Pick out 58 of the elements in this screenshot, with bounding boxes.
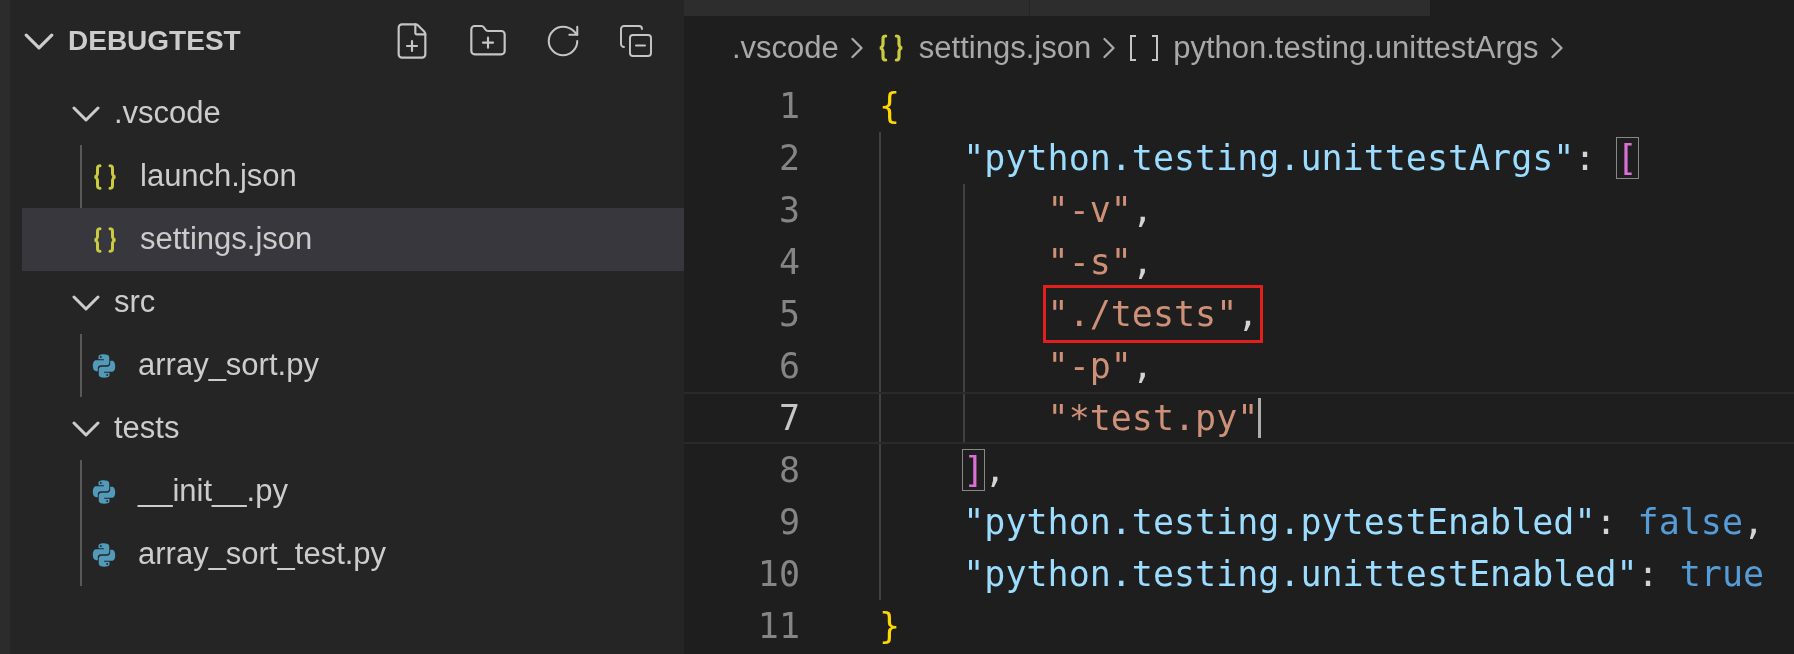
json-key: "python.testing.pytestEnabled" bbox=[963, 501, 1596, 542]
explorer-title: DEBUGTEST bbox=[68, 24, 241, 58]
chevron-icon bbox=[72, 105, 100, 122]
python-icon bbox=[90, 351, 118, 380]
punctuation: , bbox=[1131, 345, 1153, 386]
string-value: "-s" bbox=[1047, 241, 1132, 282]
boolean-value: true bbox=[1679, 553, 1765, 594]
chevron-icon bbox=[72, 294, 100, 311]
folder-item[interactable]: src bbox=[10, 271, 684, 334]
string-value: "./tests" bbox=[1047, 293, 1238, 334]
json-key: "python.testing.unittestEnabled" bbox=[963, 553, 1638, 594]
punctuation: , bbox=[1131, 241, 1153, 282]
file-item[interactable]: launch.json bbox=[22, 145, 684, 208]
python-icon bbox=[90, 540, 118, 569]
bracket: ] bbox=[963, 449, 985, 490]
string-value: "-p" bbox=[1047, 345, 1132, 386]
string-value: "-v" bbox=[1047, 189, 1132, 230]
breadcrumb[interactable]: settings.json bbox=[918, 24, 1092, 72]
brace: } bbox=[879, 605, 901, 646]
chevron-icon bbox=[1550, 37, 1563, 59]
punctuation: : bbox=[1637, 553, 1660, 594]
punctuation: : bbox=[1574, 137, 1597, 178]
line-number: 4 bbox=[777, 240, 800, 284]
file-item[interactable]: array_sort_test.py bbox=[22, 523, 684, 586]
line-number: 11 bbox=[756, 604, 800, 648]
text-cursor bbox=[1258, 398, 1262, 438]
line-number: 10 bbox=[756, 552, 800, 596]
punctuation: , bbox=[984, 449, 1006, 490]
line-number: 5 bbox=[777, 292, 800, 336]
folder-item[interactable]: .vscode bbox=[10, 82, 684, 145]
line-number: 2 bbox=[777, 136, 800, 180]
brace: { bbox=[879, 85, 901, 126]
punctuation: , bbox=[1237, 293, 1259, 334]
string-value: "*test.py" bbox=[1047, 397, 1259, 438]
chevron-icon[interactable] bbox=[24, 32, 54, 50]
line-number: 9 bbox=[777, 500, 800, 544]
file-item[interactable]: array_sort.py bbox=[22, 334, 684, 397]
punctuation: , bbox=[1742, 501, 1765, 542]
line-number: 3 bbox=[777, 188, 800, 232]
line-number: 6 bbox=[777, 344, 800, 388]
file-item[interactable]: settings.json bbox=[22, 208, 684, 271]
boolean-value: false bbox=[1637, 501, 1743, 542]
json-key: "python.testing.unittestArgs" bbox=[963, 137, 1575, 178]
breadcrumb[interactable]: python.testing.unittestArgs bbox=[1173, 24, 1539, 72]
chevron-icon bbox=[850, 37, 863, 59]
folder-item[interactable]: tests bbox=[10, 397, 684, 460]
punctuation: : bbox=[1595, 501, 1618, 542]
breadcrumb[interactable]: .vscode bbox=[732, 24, 839, 72]
chevron-icon bbox=[1103, 37, 1116, 59]
chevron-icon bbox=[72, 420, 100, 437]
line-number: 1 bbox=[777, 84, 800, 128]
bracket: [ bbox=[1616, 137, 1638, 178]
file-item[interactable]: __init__.py bbox=[22, 460, 684, 523]
collapse-icon[interactable] bbox=[618, 23, 654, 59]
punctuation: , bbox=[1131, 189, 1153, 230]
python-icon bbox=[90, 477, 118, 506]
line-number: 7 bbox=[777, 396, 800, 440]
line-number: 8 bbox=[777, 448, 800, 492]
